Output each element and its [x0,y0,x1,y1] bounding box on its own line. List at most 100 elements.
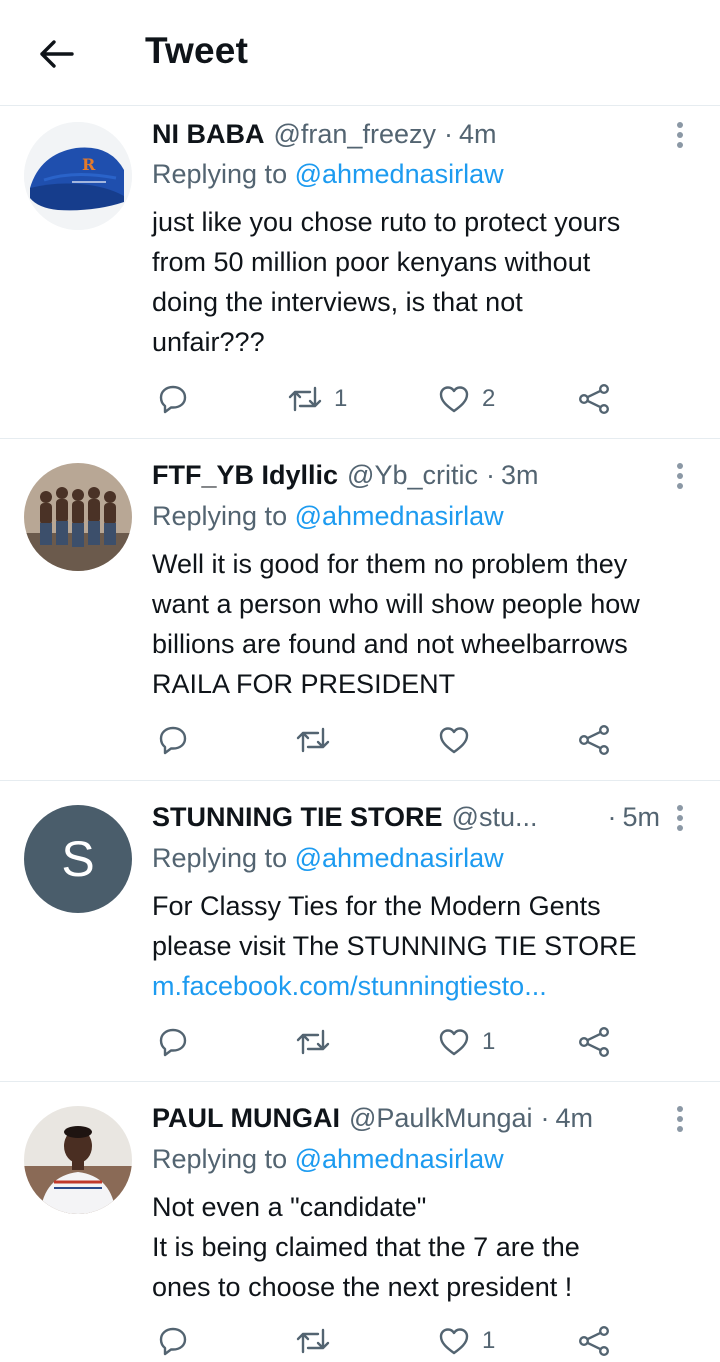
reply-button[interactable] [158,379,188,419]
share-icon [579,384,610,415]
tweet-text: Well it is good for them no problem they… [152,544,692,704]
like-count: 2 [482,385,496,412]
external-link[interactable]: m.facebook.com/stunningtiesto... [152,966,692,1006]
retweet-icon [296,1029,330,1055]
tweet-header: STUNNING TIE STORE @stu... · 5m [152,797,680,837]
timestamp[interactable]: 5m [622,802,660,833]
tweet-header: NI BABA @fran_freezy · 4m [152,114,680,154]
tweet-text: Not even a "candidate" It is being claim… [152,1187,692,1307]
replying-to-label: Replying to [152,501,288,531]
replying-to-label: Replying to [152,1144,288,1174]
tweet-reply[interactable]: FTF_YB Idyllic @Yb_critic · 3m Replying … [0,440,720,781]
avatar-letter: S [61,831,95,887]
replying-to-label: Replying to [152,159,288,189]
reply-button[interactable] [158,1022,188,1062]
mention-link[interactable]: @ahmednasirlaw [295,1144,504,1174]
user-handle[interactable]: @stu... [452,802,538,833]
tweet-reply[interactable]: R NI BABA @fran_freezy · 4m Replying to … [0,107,720,439]
tweet-text-line: ones to choose the next president ! [152,1272,573,1302]
more-options-icon[interactable] [674,460,686,492]
separator-dot: · [443,118,453,149]
separator-dot: · [607,801,617,832]
tweet-text-line: from 50 million poor kenyans without [152,247,591,277]
man-portrait-avatar-image [24,1106,132,1214]
share-button[interactable] [578,720,610,760]
like-button[interactable]: 1 [438,1022,495,1062]
display-name[interactable]: STUNNING TIE STORE [152,802,443,833]
retweet-button[interactable] [296,720,342,760]
reply-button[interactable] [158,720,188,760]
tweet-text-line: want a person who will show people how [152,589,640,619]
more-options-icon[interactable] [674,802,686,834]
like-button[interactable]: 2 [438,379,495,419]
display-name[interactable]: FTF_YB Idyllic [152,460,338,491]
tweet-text: just like you chose ruto to protect your… [152,202,692,362]
user-handle[interactable]: @Yb_critic [347,460,478,491]
share-icon [579,725,610,756]
tweet-text-line: unfair??? [152,327,265,357]
timestamp[interactable]: 4m [459,119,497,150]
tweet-reply[interactable]: PAUL MUNGAI @PaulkMungai · 4m Replying t… [0,1083,720,1362]
avatar[interactable]: R [24,122,132,230]
reply-icon [159,1327,187,1356]
avatar[interactable]: S [24,805,132,913]
tweet-text-line: Well it is good for them no problem they [152,549,628,579]
retweet-count: 1 [334,385,348,412]
avatar[interactable] [24,463,132,571]
heart-icon [439,386,469,413]
share-button[interactable] [578,379,610,419]
tweet-text-line: RAILA FOR PRESIDENT [152,669,456,699]
share-button[interactable] [578,1022,610,1062]
tweet-actions: 1 [152,1022,632,1062]
mention-link[interactable]: @ahmednasirlaw [295,501,504,531]
replying-to: Replying to @ahmednasirlaw [152,843,504,874]
retweet-icon [296,727,330,753]
more-options-icon[interactable] [674,119,686,151]
retweet-button[interactable]: 1 [288,379,347,419]
tweet-actions: 1 2 [152,379,632,419]
replying-to: Replying to @ahmednasirlaw [152,159,504,190]
blue-cap-avatar-image: R [24,122,132,230]
tweet-actions [152,720,632,760]
like-button[interactable] [438,720,482,760]
tweet-text: For Classy Ties for the Modern Gents ple… [152,886,692,1006]
page-title: Tweet [145,30,249,71]
tweet-text-line: For Classy Ties for the Modern Gents [152,891,601,921]
tweet-actions: 1 [152,1321,632,1361]
heart-icon [439,1328,469,1355]
display-name[interactable]: NI BABA [152,119,265,150]
share-icon [579,1027,610,1058]
separator-dot: · [486,459,495,490]
group-photo-avatar-image [24,463,132,571]
arrow-left-icon [40,40,74,68]
retweet-button[interactable] [296,1022,342,1062]
reply-button[interactable] [158,1321,188,1361]
mention-link[interactable]: @ahmednasirlaw [295,843,504,873]
share-button[interactable] [578,1321,610,1361]
more-options-icon[interactable] [674,1103,686,1135]
reply-icon [159,726,187,755]
avatar[interactable] [24,1106,132,1214]
like-count: 1 [482,1327,496,1354]
heart-icon [439,1029,469,1056]
tweet-reply[interactable]: S STUNNING TIE STORE @stu... · 5m Replyi… [0,782,720,1082]
like-button[interactable]: 1 [438,1321,495,1361]
user-handle[interactable]: @fran_freezy [274,119,436,150]
tweet-text-line: doing the interviews, is that not [152,287,523,317]
tweet-text-line: Not even a "candidate" [152,1192,427,1222]
tweet-text-line: billions are found and not wheelbarrows [152,629,628,659]
mention-link[interactable]: @ahmednasirlaw [295,159,504,189]
display-name[interactable]: PAUL MUNGAI [152,1103,340,1134]
tweet-text-line: It is being claimed that the 7 are the [152,1232,580,1262]
timestamp[interactable]: 4m [556,1103,594,1134]
user-handle[interactable]: @PaulkMungai [349,1103,533,1134]
timestamp[interactable]: 3m [501,460,539,491]
reply-icon [159,385,187,414]
tweet-header: PAUL MUNGAI @PaulkMungai · 4m [152,1098,680,1138]
tweet-text-line: please visit The STUNNING TIE STORE [152,931,637,961]
reply-icon [159,1028,187,1057]
like-count: 1 [482,1028,496,1055]
back-button[interactable] [36,34,76,74]
top-bar: Tweet [0,0,720,106]
retweet-button[interactable] [296,1321,342,1361]
